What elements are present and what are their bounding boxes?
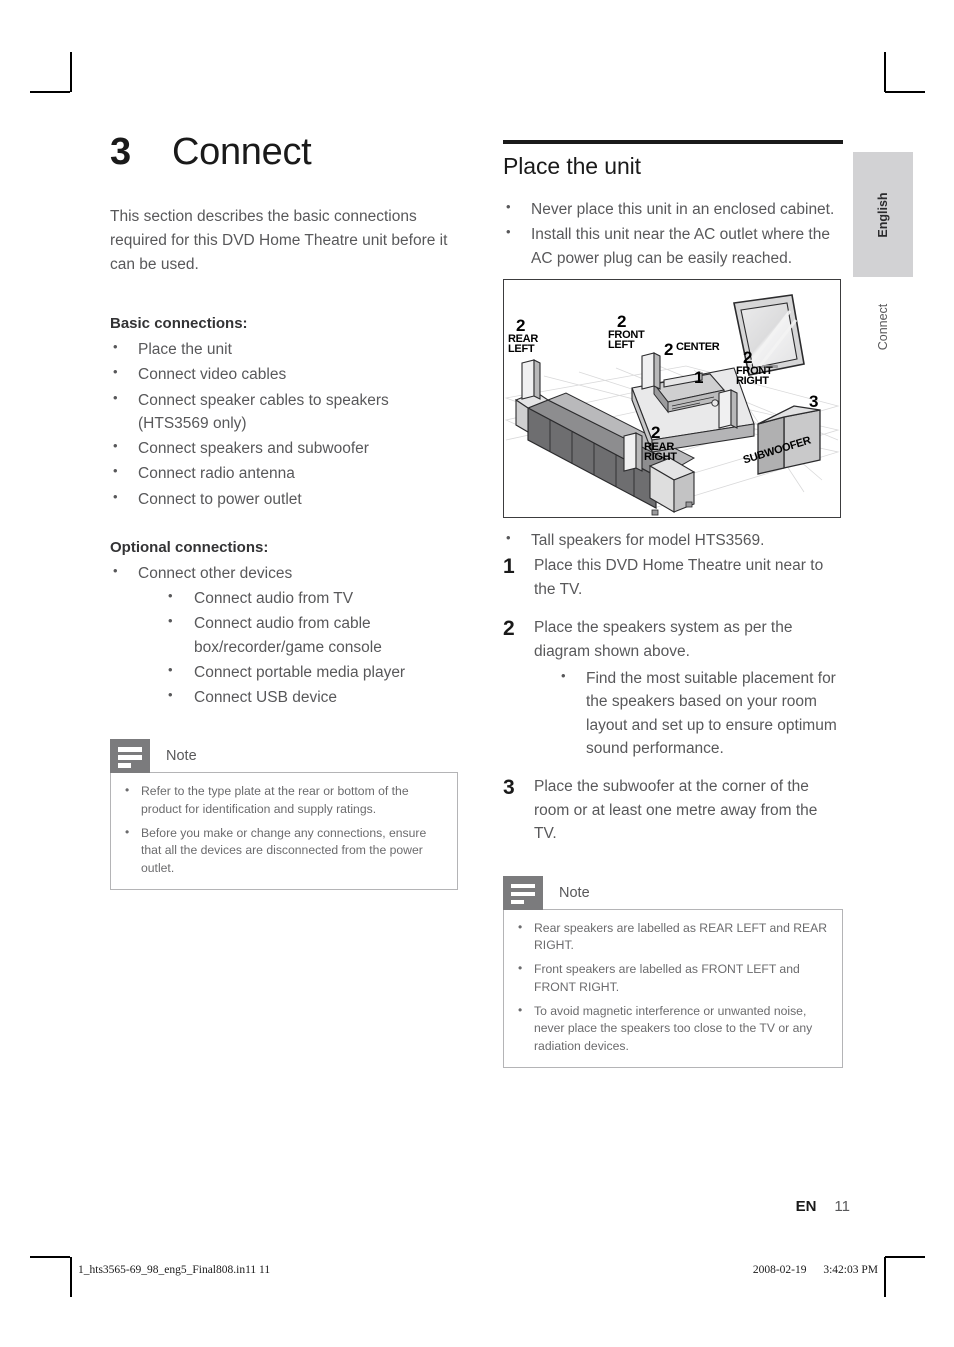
print-filename: 1_hts3565-69_98_eng5_Final808.in11 11 — [78, 1264, 271, 1276]
list-item: Before you make or change any connection… — [119, 824, 445, 877]
step-item: 2 Place the speakers system as per the d… — [503, 616, 843, 760]
note-header: Note — [503, 875, 843, 910]
list-item: Connect USB device — [166, 685, 458, 709]
language-tab: English — [853, 152, 913, 277]
list-item: Refer to the type plate at the rear or b… — [119, 782, 445, 818]
speaker-rear-left — [521, 358, 541, 400]
list-item: Front speakers are labelled as FRONT LEF… — [512, 960, 830, 996]
page-footer: EN 11 — [600, 1198, 850, 1215]
note-lines-icon — [503, 875, 543, 910]
list-item: Connect to power outlet — [110, 487, 458, 511]
list-item: Connect video cables — [110, 362, 458, 386]
list-item: Connect portable media player — [166, 660, 458, 684]
print-time: 3:42:03 PM — [823, 1264, 878, 1276]
room-layout-diagram: 2 2 2 1 2 2 3 REAR LEFT FRONT LEFT CENTE… — [503, 278, 841, 518]
note-box-right: Note Rear speakers are labelled as REAR … — [503, 875, 843, 1069]
diagram-number-rear-right: 2 — [651, 422, 661, 442]
language-code: EN — [795, 1198, 817, 1215]
list-item: Connect audio from cable box/recorder/ga… — [166, 611, 458, 659]
note-list: Refer to the type plate at the rear or b… — [119, 782, 445, 877]
optional-connections-heading: Optional connections: — [110, 538, 269, 556]
manual-page: 3 Connect This section describes the bas… — [0, 0, 954, 1347]
step-number: 2 — [503, 617, 515, 641]
print-date: 2008-02-19 — [752, 1264, 807, 1276]
speaker-front-right — [718, 388, 738, 429]
note-label: Note — [559, 884, 590, 901]
note-body: Rear speakers are labelled as REAR LEFT … — [503, 908, 843, 1069]
list-item: To avoid magnetic interference or unwant… — [512, 1002, 830, 1055]
chapter-title: Connect — [172, 131, 312, 173]
list-item: Connect radio antenna — [110, 461, 458, 485]
section-rule — [503, 140, 843, 144]
list-item-label: Connect other devices — [138, 564, 293, 582]
note-body: Refer to the type plate at the rear or b… — [110, 772, 458, 890]
optional-sublist: Connect audio from TV Connect audio from… — [138, 586, 458, 709]
page-number: 11 — [834, 1198, 850, 1215]
list-item: Rear speakers are labelled as REAR LEFT … — [512, 919, 830, 955]
step-number: 1 — [503, 555, 515, 578]
diagram-number-unit: 1 — [694, 367, 704, 387]
diagram-label-center: CENTER — [676, 340, 720, 353]
print-timestamp: 2008-02-19 3:42:03 PM — [739, 1264, 878, 1276]
step-item: 3 Place the subwoofer at the corner of t… — [503, 775, 843, 846]
chapter-tab: Connect — [853, 287, 913, 367]
section-bullet-list: Never place this unit in an enclosed cab… — [503, 197, 843, 270]
note-box-left: Note Refer to the type plate at the rear… — [110, 739, 458, 890]
language-tab-label: English — [876, 191, 890, 238]
diagram-number-subwoofer: 3 — [809, 391, 819, 411]
list-item: Find the most suitable placement for the… — [558, 666, 843, 760]
note-header: Note — [110, 739, 458, 774]
list-item: Connect other devices Connect audio from… — [110, 561, 458, 710]
page-title: Place the unit — [503, 153, 641, 179]
step-text: Place the speakers system as per the dia… — [534, 619, 793, 660]
diagram-svg — [504, 293, 840, 516]
right-column: Place the unit Never place this unit in … — [503, 140, 843, 1069]
diagram-number-center: 2 — [664, 339, 674, 359]
list-item: Install this unit near the AC outlet whe… — [503, 222, 843, 270]
figure-note-list: Tall speakers for model HTS3569. — [503, 528, 843, 552]
step-text: Place this DVD Home Theatre unit near to… — [534, 557, 824, 598]
steps-list: 1 Place this DVD Home Theatre unit near … — [503, 554, 843, 846]
list-item: Connect audio from TV — [166, 586, 458, 610]
print-footer: 1_hts3565-69_98_eng5_Final808.in11 11 20… — [78, 1264, 878, 1276]
chapter-heading: 3 Connect — [110, 133, 458, 171]
list-item: Connect speaker cables to speakers (HTS3… — [110, 388, 458, 436]
note-lines-icon — [110, 739, 150, 774]
optional-connections-list: Connect other devices Connect audio from… — [110, 561, 458, 710]
diagram-label-rear-left: REAR LEFT — [508, 332, 538, 356]
chapter-tab-label: Connect — [876, 303, 890, 351]
list-item: Tall speakers for model HTS3569. — [503, 528, 843, 552]
list-item: Place the unit — [110, 337, 458, 361]
speaker-rear-right — [623, 431, 643, 472]
note-list: Rear speakers are labelled as REAR LEFT … — [512, 919, 830, 1055]
diagram-label-front-right: FRONT RIGHT — [736, 364, 773, 388]
diagram-label-rear-right: REAR RIGHT — [644, 440, 677, 464]
speaker-front-left — [641, 351, 661, 390]
step-text: Place the subwoofer at the corner of the… — [534, 778, 818, 843]
step-number: 3 — [503, 776, 515, 800]
left-column: 3 Connect This section describes the bas… — [110, 133, 458, 890]
diagram-label-front-left: FRONT LEFT — [608, 328, 645, 352]
intro-paragraph: This section describes the basic connect… — [110, 208, 448, 274]
step-item: 1 Place this DVD Home Theatre unit near … — [503, 554, 843, 601]
list-item: Connect speakers and subwoofer — [110, 436, 458, 460]
step-sublist: Find the most suitable placement for the… — [534, 666, 843, 760]
note-label: Note — [166, 748, 197, 765]
basic-connections-list: Place the unit Connect video cables Conn… — [110, 337, 458, 511]
list-item: Never place this unit in an enclosed cab… — [503, 197, 843, 221]
basic-connections-heading: Basic connections: — [110, 315, 248, 333]
chapter-number: 3 — [110, 131, 131, 173]
